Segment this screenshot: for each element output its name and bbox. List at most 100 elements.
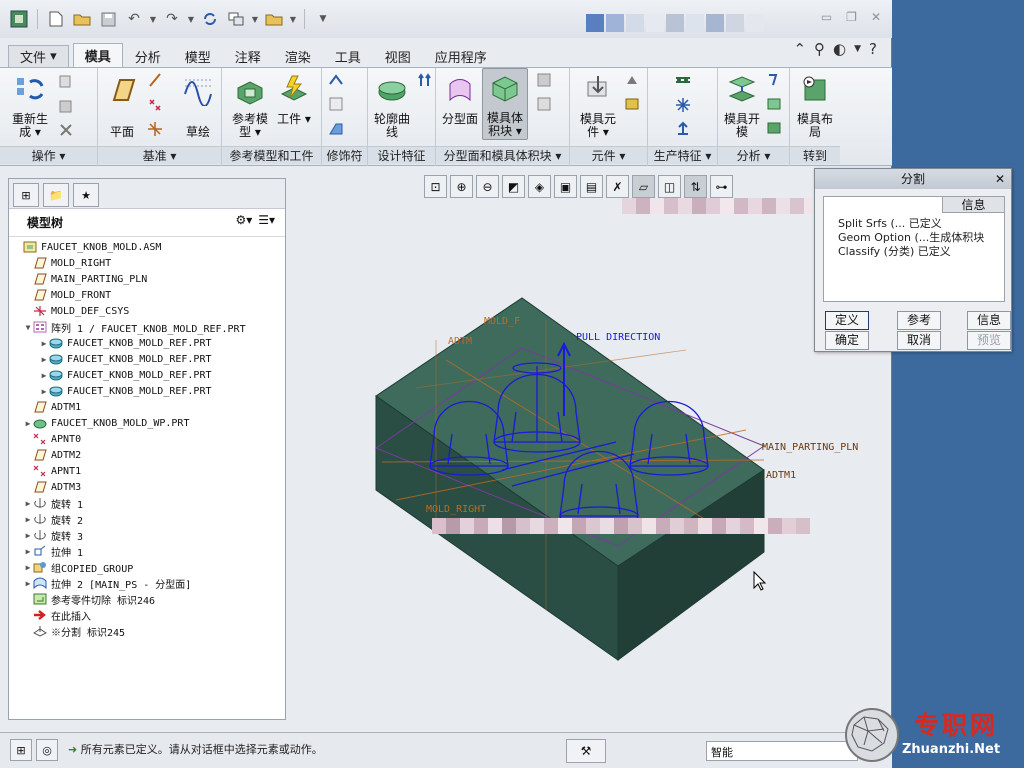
undo-icon[interactable]: ↶ (123, 8, 145, 30)
browser-toggle-icon[interactable]: ◎ (36, 739, 58, 761)
regenerate-icon[interactable] (199, 8, 221, 30)
point-icon[interactable] (146, 96, 164, 112)
info-button[interactable]: 信息 (967, 311, 1011, 330)
app-icon[interactable] (8, 8, 30, 30)
axis-icon[interactable] (146, 72, 164, 88)
shrink-icon[interactable] (328, 96, 346, 112)
tree-item[interactable]: ADTM1 (23, 399, 81, 415)
arrow-up-icon[interactable] (416, 72, 434, 88)
maximize-icon[interactable]: ❐ (846, 10, 857, 24)
tree-item[interactable]: APNT0 (23, 431, 81, 447)
find-command-icon[interactable]: ⚒ (566, 739, 606, 763)
parting-surface-button[interactable]: 分型面 (438, 74, 482, 126)
tab-file[interactable]: 文件 ▾ (8, 45, 69, 67)
expand-toggle-icon[interactable]: ▶ (39, 339, 49, 348)
expand-toggle-icon[interactable]: ▶ (23, 579, 33, 588)
paste-icon[interactable] (58, 98, 76, 114)
projected-area-icon[interactable] (766, 120, 784, 136)
model-tree-toggle-icon[interactable]: ⊞ (10, 739, 32, 761)
expand-toggle-icon[interactable]: ▶ (39, 371, 49, 380)
favorites-tab-icon[interactable]: ★ (73, 183, 99, 207)
group-label[interactable]: 元件 ▾ (570, 146, 647, 164)
annotation-display-icon[interactable]: ◫ (658, 175, 681, 198)
cast-icon[interactable] (624, 72, 642, 88)
tab-applications[interactable]: 应用程序 (423, 45, 499, 67)
eject-pin-icon[interactable] (624, 96, 642, 112)
group-label[interactable]: 生产特征 ▾ (648, 146, 717, 164)
spin-center-icon[interactable]: ⇅ (684, 175, 707, 198)
selection-filter-select[interactable]: 智能 (706, 741, 858, 761)
tree-item[interactable]: 参考零件切除 标识246 (23, 591, 155, 607)
analysis-icon[interactable] (766, 72, 784, 88)
settings-icon[interactable]: ⚙▾ (235, 213, 252, 227)
expand-toggle-icon[interactable]: ▶ (23, 547, 33, 556)
tab-model[interactable]: 模型 (173, 45, 223, 67)
copy-icon[interactable] (58, 74, 76, 90)
tree-item[interactable]: ▶ 旋转 2 (23, 511, 83, 527)
tree-item[interactable]: ※分割 标识245 (23, 623, 125, 639)
plane-tag-icon[interactable]: ▱ (632, 175, 655, 198)
collapse-ribbon-icon[interactable]: ⌃ (793, 40, 806, 58)
define-button[interactable]: 定义 (825, 311, 869, 330)
preview-button[interactable]: 预览 (967, 331, 1011, 350)
repaint-icon[interactable]: ◩ (502, 175, 525, 198)
tree-item[interactable]: APNT1 (23, 463, 81, 479)
thickness-icon[interactable] (766, 96, 784, 112)
graphics-area[interactable]: PULL DIRECTION MAIN_PARTING_PLN ADTM1 MO… (286, 200, 892, 730)
tree-item[interactable]: ▶ 拉伸 2 [MAIN_PS - 分型面] (23, 575, 191, 591)
tab-analysis[interactable]: 分析 (123, 45, 173, 67)
model-view[interactable]: PULL DIRECTION MAIN_PARTING_PLN ADTM1 MO… (286, 200, 892, 730)
draft-icon[interactable] (328, 120, 346, 136)
csys-display-icon[interactable]: ⊶ (710, 175, 733, 198)
tree-item[interactable]: ADTM3 (23, 479, 81, 495)
group-label[interactable]: 基准 ▾ (98, 146, 221, 164)
element-list[interactable]: 信息 Split Srfs (... 已定义 Geom Option (...生… (823, 196, 1005, 302)
chevron-down-icon[interactable]: ▼ (854, 40, 861, 58)
zoom-out-icon[interactable]: ⊖ (476, 175, 499, 198)
mold-volume-button[interactable]: 模具体积块 ▾ (482, 68, 528, 140)
tree-item[interactable]: ▼ 阵列 1 / FAUCET_KNOB_MOLD_REF.PRT (23, 319, 246, 335)
tab-render[interactable]: 渲染 (273, 45, 323, 67)
expand-toggle-icon[interactable]: ▼ (23, 323, 33, 332)
model-tree-tab-icon[interactable]: ⊞ (13, 183, 39, 207)
tab-view[interactable]: 视图 (373, 45, 423, 67)
group-label[interactable]: 分析 ▾ (718, 146, 789, 164)
group-label[interactable]: 操作 ▾ (0, 146, 97, 164)
chevron-down-icon[interactable]: ▼ (187, 8, 195, 30)
tree-item[interactable]: MOLD_DEF_CSYS (23, 303, 129, 319)
tree-item[interactable]: ▶ FAUCET_KNOB_MOLD_REF.PRT (39, 351, 212, 367)
expand-toggle-icon[interactable]: ▶ (23, 419, 33, 428)
community-icon[interactable]: ◐ (833, 40, 846, 58)
tree-item[interactable]: ▶ FAUCET_KNOB_MOLD_REF.PRT (39, 367, 212, 383)
help-icon[interactable]: ? (869, 40, 877, 58)
mold-open-button[interactable]: 模具开模 (720, 74, 764, 139)
tree-item[interactable]: FAUCET_KNOB_MOLD.ASM (13, 239, 161, 255)
csys-icon[interactable] (146, 120, 164, 136)
cancel-button[interactable]: 取消 (897, 331, 941, 350)
tree-item[interactable]: ▶ 拉伸 1 (23, 543, 83, 559)
workpiece-button[interactable]: 工件 ▾ (272, 74, 316, 126)
display-style-icon[interactable]: ◈ (528, 175, 551, 198)
tree-item[interactable]: ADTM2 (23, 447, 81, 463)
tree-item[interactable]: ▶ 旋转 1 (23, 495, 83, 511)
element-row[interactable]: Classify (分类) 已定义 (838, 243, 951, 259)
plane-button[interactable]: 平面 (100, 74, 144, 139)
minimize-icon[interactable]: ▭ (821, 10, 832, 24)
refit-icon[interactable]: ⊡ (424, 175, 447, 198)
save-icon[interactable] (97, 8, 119, 30)
show-icon[interactable]: ☰▾ (258, 213, 275, 227)
open-icon[interactable] (71, 8, 93, 30)
new-icon[interactable] (45, 8, 67, 30)
close-icon[interactable]: ✕ (871, 10, 881, 24)
folder-icon[interactable] (263, 8, 285, 30)
tree-item[interactable]: 在此插入 (23, 607, 91, 623)
expand-toggle-icon[interactable]: ▶ (39, 355, 49, 364)
volume-cut-icon[interactable] (536, 96, 554, 112)
customize-dropdown-icon[interactable]: ▼ (312, 8, 334, 30)
runner-cross-icon[interactable] (674, 96, 692, 112)
chevron-down-icon[interactable]: ▼ (289, 8, 297, 30)
expand-toggle-icon[interactable]: ▶ (23, 563, 33, 572)
waterline-icon[interactable] (674, 72, 692, 88)
regenerate-button[interactable]: 重新生成 ▾ (8, 74, 52, 139)
volume-split-icon[interactable] (536, 72, 554, 88)
